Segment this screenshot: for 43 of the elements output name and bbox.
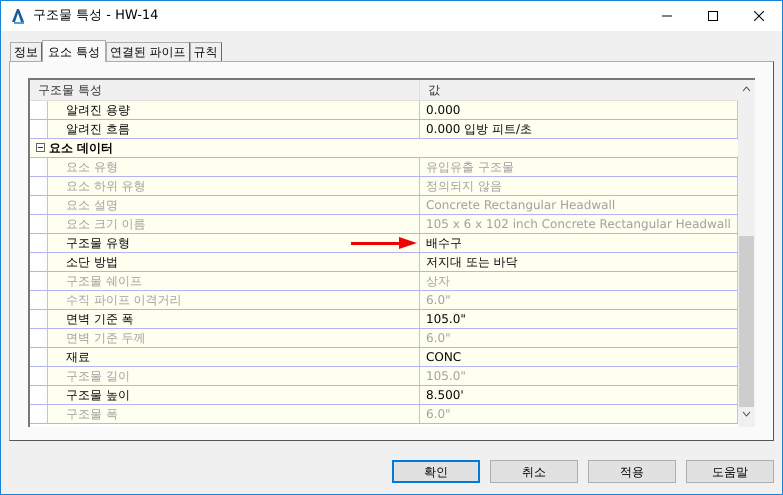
property-name: 구조물 쉐이프 <box>65 273 142 290</box>
property-value[interactable]: 8.500' <box>420 386 738 404</box>
property-name: 알려진 흐름 <box>65 121 130 138</box>
dialog-button[interactable]: 적용 <box>588 460 676 483</box>
collapse-toggle-icon[interactable] <box>36 143 45 152</box>
dialog-button[interactable]: 취소 <box>490 460 578 483</box>
property-name: 요소 크기 이름 <box>65 216 146 233</box>
scrollbar-thumb[interactable] <box>739 236 754 407</box>
tab[interactable]: 연결된 파이프 <box>106 42 190 61</box>
property-name: 요소 설명 <box>65 197 118 214</box>
property-name: 요소 유형 <box>65 159 118 176</box>
property-value[interactable]: CONC <box>420 348 738 366</box>
tab[interactable]: 정보 <box>10 42 42 61</box>
property-name: 알려진 용량 <box>65 102 130 119</box>
property-name: 재료 <box>65 349 90 366</box>
dialog-button[interactable]: 확인 <box>392 460 480 483</box>
property-value[interactable]: 0.000 <box>420 101 738 119</box>
property-value[interactable]: 0.000 입방 피트/초 <box>420 120 738 138</box>
dialog-button[interactable]: 도움말 <box>686 460 774 483</box>
property-name: 구조물 높이 <box>65 387 130 404</box>
scroll-down-icon[interactable] <box>742 411 751 417</box>
tab[interactable]: 규칙 <box>190 42 222 61</box>
property-name: 구조물 유형 <box>65 235 130 252</box>
property-name: 요소 하위 유형 <box>65 178 146 195</box>
close-icon <box>754 11 764 21</box>
maximize-icon <box>708 11 718 21</box>
property-name: 구조물 길이 <box>65 368 130 385</box>
property-name: 면벽 기준 폭 <box>65 311 134 328</box>
property-name: 소단 방법 <box>65 254 118 271</box>
tab[interactable]: 요소 특성 <box>42 40 106 62</box>
property-name: 수직 파이프 이격거리 <box>65 292 182 309</box>
property-value[interactable]: 105.0" <box>420 310 738 328</box>
scroll-up-icon[interactable] <box>742 86 751 92</box>
property-name: 면벽 기준 두께 <box>65 330 146 347</box>
property-name: 구조물 폭 <box>65 406 118 423</box>
window-title: 구조물 특성 - HW-14 <box>33 7 158 26</box>
app-logo-icon <box>11 8 25 24</box>
property-value[interactable]: 배수구 <box>420 234 738 252</box>
column-header: 값 <box>427 82 441 99</box>
column-header: 구조물 특성 <box>30 80 420 100</box>
group-label: 요소 데이터 <box>49 140 114 157</box>
arrow-icon <box>351 237 417 249</box>
property-value[interactable]: 저지대 또는 바닥 <box>420 253 738 271</box>
